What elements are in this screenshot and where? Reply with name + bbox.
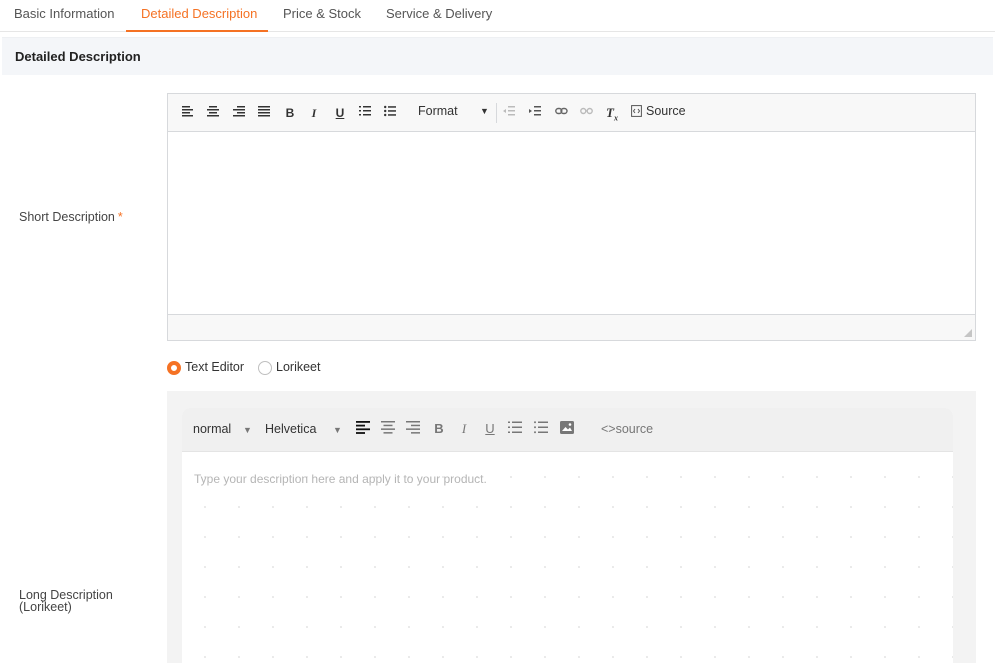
image-icon[interactable]: [558, 421, 576, 437]
chevron-down-icon[interactable]: ▼: [333, 425, 342, 435]
align-center-icon[interactable]: [379, 421, 397, 437]
short-description-toolbar: B I U Format ▼ Tx Source: [168, 94, 975, 132]
section-header: Detailed Description: [2, 37, 993, 75]
radio-checked-icon: [167, 361, 181, 375]
long-description-toolbar: normal ▼ Helvetica ▼ B I U <>source: [182, 408, 953, 452]
long-description-placeholder: Type your description here and apply it …: [194, 472, 487, 486]
bulleted-list-icon[interactable]: [532, 421, 550, 437]
tab-service-delivery[interactable]: Service & Delivery: [386, 6, 492, 32]
numbered-list-icon[interactable]: [358, 105, 372, 121]
resize-handle-icon[interactable]: [964, 329, 972, 337]
bold-icon[interactable]: B: [283, 105, 297, 121]
align-left-icon[interactable]: [181, 105, 195, 121]
numbered-list-icon[interactable]: [506, 421, 524, 437]
short-description-label: Short Description *: [19, 210, 123, 224]
link-icon[interactable]: [553, 105, 569, 121]
toolbar-divider: [496, 103, 497, 123]
align-right-icon[interactable]: [404, 421, 422, 437]
underline-icon[interactable]: U: [481, 421, 499, 436]
long-description-label-line2: (Lorikeet): [19, 600, 72, 614]
align-justify-icon[interactable]: [257, 105, 271, 121]
chevron-down-icon[interactable]: ▼: [480, 106, 489, 116]
tab-bar: Basic Information Detailed Description P…: [0, 0, 995, 32]
long-description-canvas[interactable]: Type your description here and apply it …: [182, 452, 953, 663]
required-mark: *: [117, 210, 123, 224]
radio-text-editor-label: Text Editor: [185, 360, 245, 374]
radio-lorikeet-label: Lorikeet: [276, 360, 321, 374]
long-description-editor-container: normal ▼ Helvetica ▼ B I U <>source Type…: [167, 391, 976, 663]
short-description-textarea[interactable]: [168, 132, 975, 314]
italic-icon[interactable]: I: [307, 105, 321, 121]
align-left-icon[interactable]: [354, 421, 372, 437]
source-button[interactable]: <>source: [601, 422, 653, 436]
font-family-dropdown[interactable]: Helvetica: [265, 422, 316, 436]
tab-basic-information[interactable]: Basic Information: [14, 6, 114, 32]
outdent-icon[interactable]: [502, 105, 516, 121]
bulleted-list-icon[interactable]: [383, 105, 397, 121]
unlink-icon[interactable]: [578, 105, 594, 121]
tab-price-stock[interactable]: Price & Stock: [283, 6, 361, 32]
tab-detailed-description[interactable]: Detailed Description: [141, 6, 257, 32]
align-center-icon[interactable]: [206, 105, 220, 121]
active-tab-indicator: [126, 30, 268, 32]
radio-unchecked-icon: [258, 361, 272, 375]
bold-icon[interactable]: B: [430, 421, 448, 436]
indent-icon[interactable]: [528, 105, 542, 121]
underline-icon[interactable]: U: [333, 105, 347, 121]
source-button[interactable]: Source: [646, 104, 686, 118]
align-right-icon[interactable]: [232, 105, 246, 121]
short-description-editor: B I U Format ▼ Tx Source: [167, 93, 976, 341]
italic-icon[interactable]: I: [455, 421, 473, 437]
clear-format-icon[interactable]: Tx: [604, 105, 620, 123]
section-title: Detailed Description: [15, 49, 141, 64]
format-dropdown[interactable]: Format: [418, 104, 458, 118]
source-icon[interactable]: [629, 105, 643, 121]
long-description-label: Long Description (Lorikeet): [19, 589, 113, 614]
short-description-label-text: Short Description: [19, 210, 115, 224]
editor-statusbar: [168, 314, 975, 340]
font-size-dropdown[interactable]: normal: [193, 422, 231, 436]
chevron-down-icon[interactable]: ▼: [243, 425, 252, 435]
long-description-editor: normal ▼ Helvetica ▼ B I U <>source Type…: [182, 408, 953, 663]
